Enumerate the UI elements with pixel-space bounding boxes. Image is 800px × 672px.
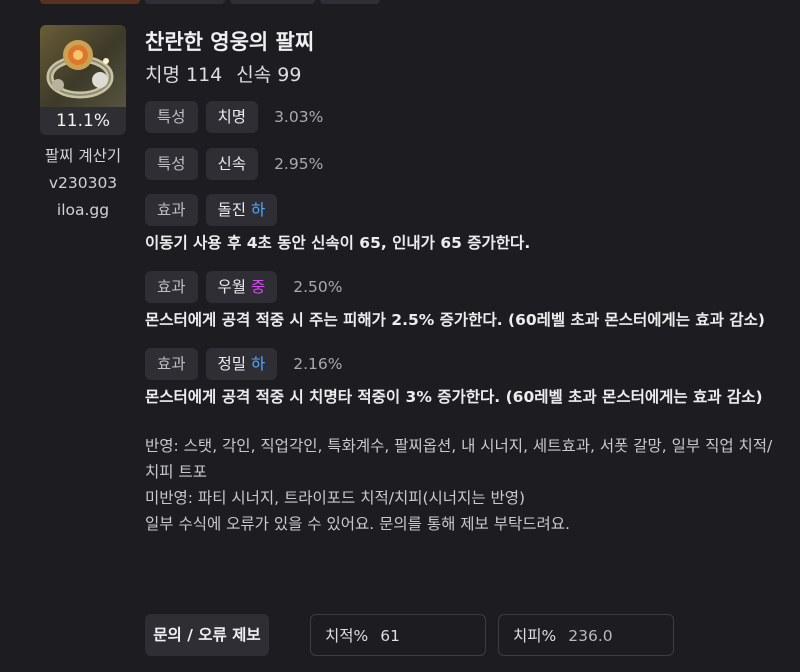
option-value: 2.50% [293,278,343,296]
error-notice: 일부 수식에 오류가 있을 수 있어요. 문의를 통해 제보 부탁드려요. [145,515,570,533]
option-tag: 효과 [145,194,198,226]
not-applied-note: 미반영: 파티 시너지, 트라이포드 치적/치피(시너지는 반영) [145,489,526,507]
crit-damage-label: 치피% [513,627,557,645]
item-name: 찬란한 영웅의 팔찌 [145,30,315,54]
option-row: 효과 정밀 하 2.16% [145,348,785,380]
option-level: 하 [251,355,266,373]
bracelet-card: 11.1% 팔찌 계산기 v230303 iloa.gg 찬란한 영웅의 팔찌 … [30,0,792,672]
option-name[interactable]: 돌진 하 [205,194,278,226]
item-summary: 11.1% 팔찌 계산기 v230303 iloa.gg [40,25,126,224]
option-value: 3.03% [274,108,324,126]
option-tag: 특성 [145,148,198,180]
option-level: 하 [251,201,266,219]
bracelet-icon [40,25,126,107]
option-tag: 효과 [145,348,198,380]
option-tag: 효과 [145,271,198,303]
option-name[interactable]: 신속 [205,148,259,180]
option-row: 효과 우월 중 2.50% [145,271,785,303]
app-name: 팔찌 계산기 [44,147,122,165]
item-stat-swift: 신속 99 [236,64,302,86]
item-details: 찬란한 영웅의 팔찌 치명 114 신속 99 특성 치명 3.03% 특성 신속… [145,25,785,537]
option-value: 2.95% [274,155,324,173]
option-tag: 특성 [145,101,198,133]
option-name[interactable]: 정밀 하 [205,348,278,380]
option-description: 이동기 사용 후 4초 동안 신속이 65, 인내가 65 증가한다. [145,234,531,252]
item-stat-crit: 치명 114 [145,64,223,86]
item-percent: 11.1% [40,107,126,135]
option-level: 중 [251,278,266,296]
site-name: iloa.gg [56,201,110,219]
option-row: 특성 신속 2.95% [145,148,785,180]
report-button[interactable]: 문의 / 오류 제보 [145,614,269,656]
crit-damage-value[interactable]: 236.0 [568,627,612,645]
option-name[interactable]: 우월 중 [205,271,278,303]
app-version: v230303 [48,174,118,192]
crit-rate-label: 치적% [325,627,369,645]
option-value: 2.16% [293,355,343,373]
applied-note: 반영: 스탯, 각인, 직업각인, 특화계수, 팔찌옵션, 내 시너지, 세트효… [145,437,773,481]
option-name[interactable]: 치명 [205,101,259,133]
calc-notes: 반영: 스탯, 각인, 직업각인, 특화계수, 팔찌옵션, 내 시너지, 세트효… [145,433,785,537]
option-row: 효과 돌진 하 [145,194,785,226]
option-description: 몬스터에게 공격 적중 시 주는 피해가 2.5% 증가한다. (60레벨 초과… [145,311,765,329]
item-stats: 치명 114 신속 99 [145,59,785,91]
option-row: 특성 치명 3.03% [145,101,785,133]
crit-rate-field[interactable]: 치적% 61 [310,614,486,656]
crit-rate-value[interactable]: 61 [380,627,400,645]
crit-damage-field[interactable]: 치피% 236.0 [498,614,674,656]
option-description: 몬스터에게 공격 적중 시 치명타 적중이 3% 증가한다. (60레벨 초과 … [145,388,763,406]
